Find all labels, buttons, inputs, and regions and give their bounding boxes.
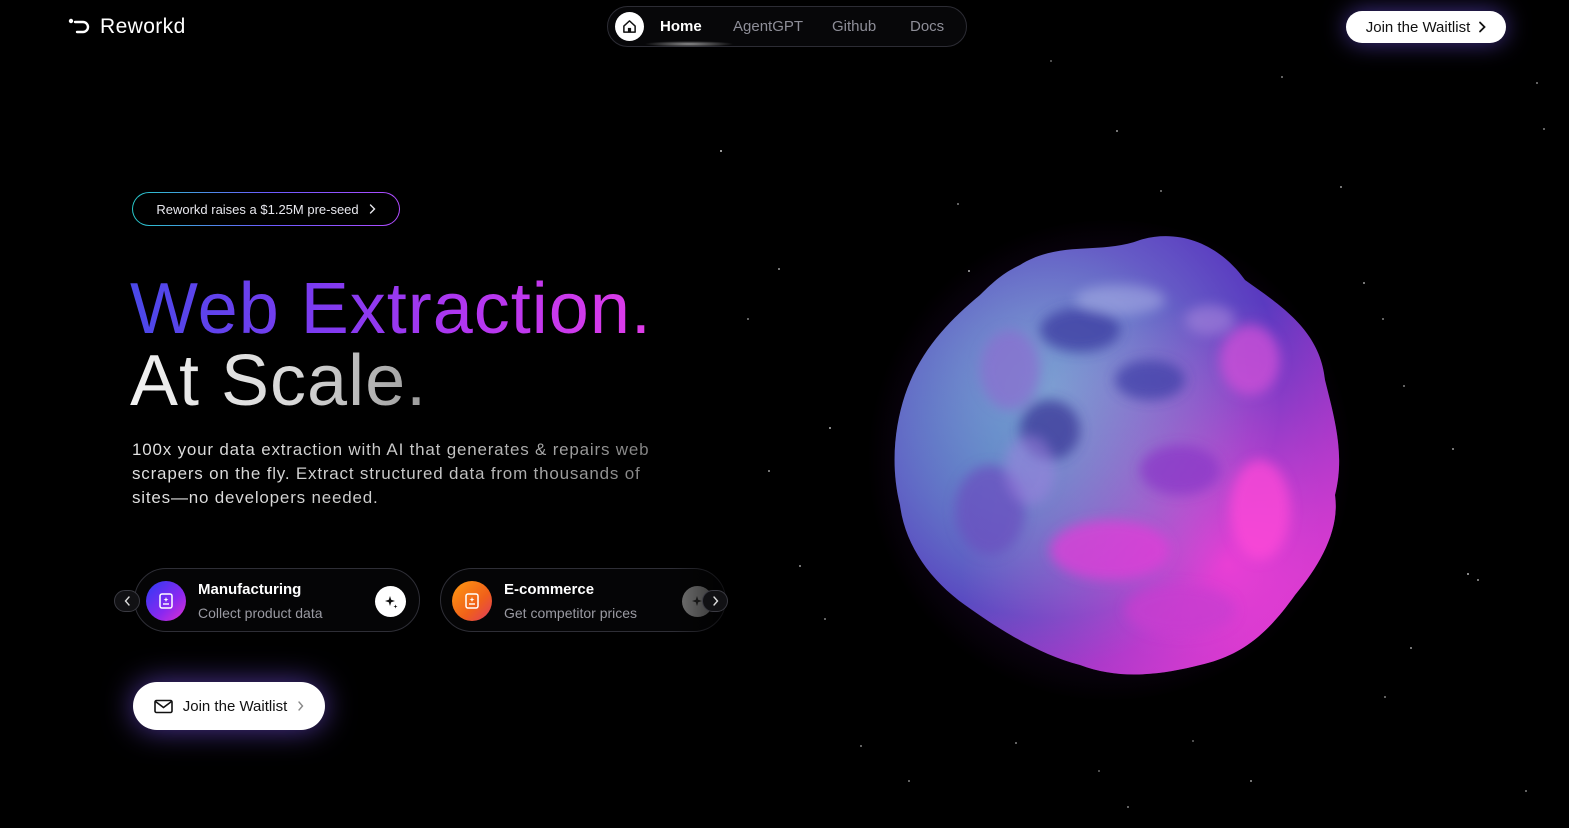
hero-title-line-1: Web Extraction. [130,269,652,349]
hero-3d-blob [850,210,1370,710]
use-case-subtitle: Get competitor prices [504,605,638,621]
price-tag-icon [452,581,492,621]
reworkd-logo-icon [68,18,90,34]
use-case-subtitle: Collect product data [198,605,323,621]
product-data-icon [146,581,186,621]
nav-item-github[interactable]: Github [832,18,876,35]
chevron-left-icon [124,596,130,606]
use-case-title: Manufacturing [198,581,302,598]
use-case-title: E-commerce [504,581,595,598]
carousel-prev-button[interactable] [114,590,140,612]
main-nav: Home AgentGPT Github Docs [607,6,967,47]
sparkle-icon[interactable] [375,586,406,617]
chevron-right-icon [1479,21,1487,33]
mail-icon [153,699,173,713]
join-waitlist-button[interactable]: Join the Waitlist [133,682,325,730]
funding-announcement-badge[interactable]: Reworkd raises a $1.25M pre-seed [132,192,400,226]
use-case-carousel: Manufacturing Collect product data E-com… [112,568,742,634]
brand-logo[interactable]: Reworkd [68,14,186,40]
hero-description: 100x your data extraction with AI that g… [132,438,672,510]
chevron-right-icon [712,596,718,606]
header-cta-label: Join the Waitlist [1365,18,1471,36]
brand-name: Reworkd [100,15,186,38]
hero-title-line-2: At Scale. [130,341,428,421]
main-cta-label: Join the Waitlist [182,697,288,715]
nav-active-glow [644,41,734,47]
nav-item-agentgpt[interactable]: AgentGPT [733,18,803,35]
carousel-next-button[interactable] [702,590,728,612]
home-icon[interactable] [615,12,644,41]
page: Reworkd Home AgentGPT Github Docs Join t… [0,0,1569,828]
chevron-right-icon [298,701,304,711]
chevron-right-icon [369,204,376,214]
header-join-waitlist-button[interactable]: Join the Waitlist [1346,11,1506,43]
use-case-card-manufacturing[interactable]: Manufacturing Collect product data [134,568,420,632]
nav-item-docs[interactable]: Docs [910,18,944,35]
blob-shape [894,236,1340,675]
badge-label: Reworkd raises a $1.25M pre-seed [156,201,359,217]
use-case-card-ecommerce[interactable]: E-commerce Get competitor prices [440,568,726,632]
nav-item-home[interactable]: Home [660,18,702,35]
